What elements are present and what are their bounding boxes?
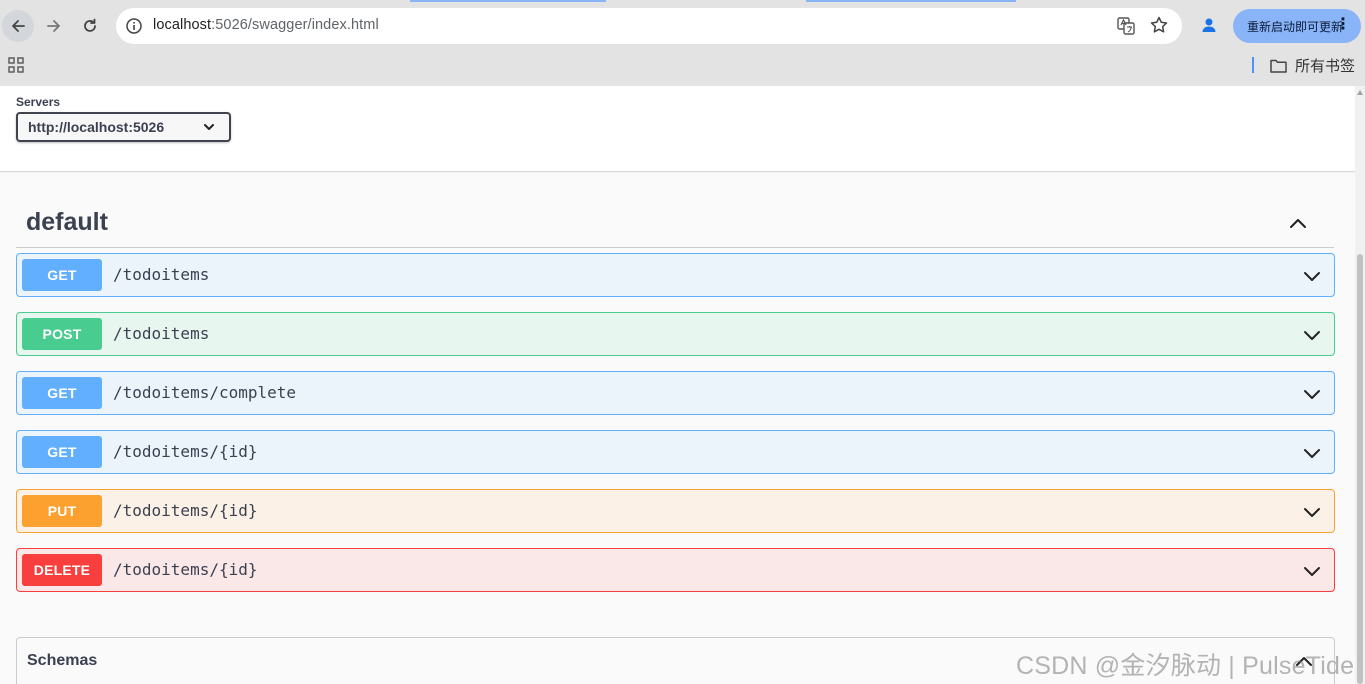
- method-badge: POST: [22, 318, 102, 350]
- operations-area: [0, 173, 1355, 684]
- opblock-put-todoitems-id[interactable]: PUT /todoitems/{id}: [16, 489, 1335, 533]
- operation-path: /todoitems: [113, 324, 210, 343]
- translate-icon[interactable]: [1116, 16, 1136, 36]
- opblock-get-todoitems-complete[interactable]: GET /todoitems/complete: [16, 371, 1335, 415]
- browser-chrome: localhost:5026/swagger/index.html 重新启动即可…: [0, 0, 1365, 86]
- tab-strip-edge: [0, 0, 1365, 2]
- opblock-get-todoitems[interactable]: GET /todoitems: [16, 253, 1335, 297]
- method-badge: DELETE: [22, 554, 102, 586]
- operation-path: /todoitems/{id}: [113, 442, 258, 461]
- method-badge: PUT: [22, 495, 102, 527]
- url-text[interactable]: localhost:5026/swagger/index.html: [153, 17, 379, 33]
- operation-path: /todoitems: [113, 265, 210, 284]
- method-badge: GET: [22, 377, 102, 409]
- servers-section: Servers http://localhost:5026: [0, 86, 1355, 172]
- all-bookmarks-label: 所有书签: [1295, 58, 1356, 75]
- servers-selected-value: http://localhost:5026: [28, 119, 165, 135]
- chevron-down-icon: [204, 124, 214, 130]
- schemas-title: Schemas: [27, 652, 98, 669]
- operation-path: /todoitems/{id}: [113, 560, 258, 579]
- url-path: :5026/swagger/index.html: [211, 17, 379, 33]
- more-vert-icon[interactable]: ⋮: [1335, 17, 1351, 33]
- opblock-delete-todoitems-id[interactable]: DELETE /todoitems/{id}: [16, 548, 1335, 592]
- chevron-down-icon[interactable]: [1302, 443, 1322, 463]
- reload-icon: [84, 18, 96, 32]
- tag-section-header[interactable]: default: [16, 200, 1334, 248]
- chevron-down-icon[interactable]: [1302, 384, 1322, 404]
- chevron-down-icon[interactable]: [1302, 325, 1322, 345]
- bookmark-separator: [1252, 57, 1254, 73]
- watermark-text: CSDN @金汐脉动 | PulseTide: [1016, 652, 1355, 680]
- reload-button[interactable]: [74, 10, 106, 42]
- site-info-icon[interactable]: [124, 16, 144, 36]
- bookmark-star-icon[interactable]: [1149, 15, 1169, 35]
- method-badge: GET: [22, 259, 102, 291]
- servers-select[interactable]: http://localhost:5026: [16, 112, 231, 142]
- servers-label: Servers: [16, 95, 61, 109]
- folder-icon: [1270, 59, 1287, 73]
- profile-button[interactable]: [1196, 12, 1222, 38]
- opblock-post-todoitems[interactable]: POST /todoitems: [16, 312, 1335, 356]
- method-badge: GET: [22, 436, 102, 468]
- operation-path: /todoitems/{id}: [113, 501, 258, 520]
- apps-grid-icon[interactable]: [8, 57, 24, 73]
- person-icon: [1202, 18, 1216, 32]
- swagger-page: Servers http://localhost:5026 default GE…: [0, 86, 1355, 684]
- tag-title: default: [26, 208, 108, 236]
- chevron-down-icon[interactable]: [1302, 502, 1322, 522]
- address-bar[interactable]: localhost:5026/swagger/index.html: [116, 8, 1182, 44]
- arrow-left-icon: [12, 20, 25, 32]
- all-bookmarks-button[interactable]: 所有书签: [1270, 55, 1355, 76]
- scroll-up-arrow-icon[interactable]: [1357, 90, 1363, 95]
- forward-button[interactable]: [38, 10, 70, 42]
- chevron-up-icon[interactable]: [1288, 214, 1308, 234]
- tab-indicator: [806, 0, 1016, 2]
- url-host: localhost: [153, 17, 212, 33]
- page-scrollbar[interactable]: [1355, 86, 1365, 684]
- chevron-down-icon[interactable]: [1302, 561, 1322, 581]
- opblock-get-todoitems-id[interactable]: GET /todoitems/{id}: [16, 430, 1335, 474]
- chevron-down-icon[interactable]: [1302, 266, 1322, 286]
- update-label: 重新启动即可更新: [1247, 19, 1344, 34]
- tab-indicator: [410, 0, 606, 2]
- operation-path: /todoitems/complete: [113, 383, 297, 402]
- relaunch-to-update-button[interactable]: 重新启动即可更新 ⋮: [1233, 9, 1361, 43]
- back-button[interactable]: [2, 10, 34, 42]
- arrow-right-icon: [47, 20, 60, 32]
- scrollbar-thumb[interactable]: [1357, 254, 1363, 684]
